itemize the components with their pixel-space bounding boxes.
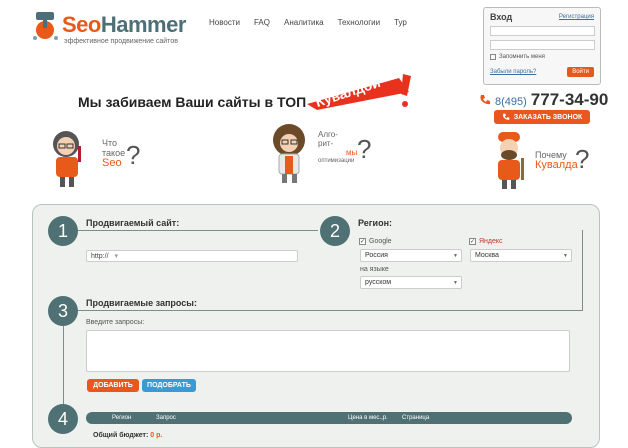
logo-seo: Seo: [62, 12, 101, 37]
question-mark-1: ?: [126, 140, 141, 170]
yandex-label: Яндекс: [479, 238, 503, 245]
algo-caption[interactable]: Алго- рит- мы оптимизации: [318, 130, 357, 166]
logo[interactable]: SeoHammer эффективное продвижение сайтов: [30, 8, 186, 48]
login-button[interactable]: Войти: [567, 67, 594, 77]
phone-digits: 777-34-90: [530, 90, 609, 109]
step-4-badge: 4: [48, 404, 78, 434]
hammer-caption[interactable]: Почему Кувалда: [535, 150, 578, 171]
seo-caption[interactable]: Что такое Seo: [102, 138, 125, 169]
col-region[interactable]: Регион: [112, 415, 131, 421]
order-call-button[interactable]: ЗАКАЗАТЬ ЗВОНОК: [494, 110, 590, 124]
hammer-man-illustration[interactable]: [488, 128, 532, 190]
yandex-region-select[interactable]: Москва ▼: [470, 249, 572, 262]
step-2-badge: 2: [320, 216, 350, 246]
remember-me[interactable]: Запомнить меня: [490, 54, 594, 60]
question-mark-3: ?: [575, 144, 590, 174]
col-price[interactable]: Цена в мес.,р.: [348, 415, 388, 421]
nav-analytics[interactable]: Аналитика: [284, 18, 324, 27]
site-url-value: http://: [91, 253, 109, 260]
logo-tagline: эффективное продвижение сайтов: [64, 38, 178, 45]
language-value: русском: [365, 279, 392, 286]
queries-table-header: Регион Запрос Цена в мес.,р. Страница: [86, 412, 572, 424]
google-region-value: Россия: [365, 252, 388, 259]
queries-textarea[interactable]: [86, 330, 570, 372]
login-field[interactable]: [490, 26, 595, 36]
logo-wordmark: SeoHammer: [62, 12, 186, 38]
register-link[interactable]: Регистрация: [559, 14, 594, 20]
seo-caption-line3: Seo: [102, 157, 122, 169]
remember-checkbox[interactable]: [490, 54, 496, 60]
question-mark-2: ?: [357, 134, 372, 164]
nav-news[interactable]: Новости: [209, 18, 240, 27]
chevron-down-icon: ▼: [453, 253, 458, 259]
site-url-input[interactable]: http:// ▾: [86, 250, 298, 262]
google-label: Google: [369, 238, 392, 245]
algo-caption-line1: Алго-: [318, 130, 338, 139]
algo-caption-line2: рит-: [318, 139, 334, 148]
phone-icon: [480, 95, 490, 105]
site-header: SeoHammer эффективное продвижение сайтов…: [0, 0, 628, 200]
queries-section-title: Продвигаемые запросы:: [86, 298, 197, 308]
scientist-illustration[interactable]: [265, 122, 315, 184]
queries-label: Введите запросы:: [86, 319, 145, 326]
total-budget: Общий бюджет: 0 р.: [93, 432, 162, 439]
budget-label: Общий бюджет:: [93, 432, 149, 439]
step-1-badge: 1: [48, 216, 78, 246]
yandex-checkbox[interactable]: ✓ Яндекс: [469, 238, 503, 245]
promo-slogan: Мы забиваем Ваши сайты в ТОП: [78, 94, 307, 110]
nav-faq[interactable]: FAQ: [254, 18, 270, 27]
flow-line-1: [78, 230, 318, 231]
language-select[interactable]: русском ▼: [360, 276, 462, 289]
flow-line-4: [63, 325, 64, 410]
logo-hammer-icon: [33, 12, 58, 40]
seo-girl-illustration[interactable]: [44, 126, 96, 188]
login-box: Вход Регистрация Запомнить меня Забыли п…: [483, 7, 601, 85]
logo-hammer: Hammer: [100, 12, 187, 37]
order-call-label: ЗАКАЗАТЬ ЗВОНОК: [513, 113, 583, 121]
add-button[interactable]: ДОБАВИТЬ: [87, 379, 139, 392]
google-checkbox[interactable]: ✓ Google: [359, 238, 392, 245]
algo-caption-line3: мы: [346, 148, 358, 157]
language-label: на языке: [360, 266, 389, 273]
yandex-check-icon[interactable]: ✓: [469, 238, 476, 245]
algo-caption-line4: оптимизации: [318, 158, 355, 164]
nav-technologies[interactable]: Технологии: [338, 18, 380, 27]
flow-line-2: [582, 230, 583, 310]
region-section-title: Регион:: [358, 218, 392, 228]
remember-label: Запомнить меня: [499, 54, 545, 60]
pick-button[interactable]: ПОДОБРАТЬ: [142, 379, 196, 392]
hammer-caption-line2: Кувалда: [535, 159, 578, 171]
site-section-title: Продвигаемый сайт:: [86, 218, 180, 228]
google-check-icon[interactable]: ✓: [359, 238, 366, 245]
phone-code: 8(495): [495, 96, 527, 108]
chevron-down-icon: ▼: [453, 280, 458, 286]
nav-tour[interactable]: Тур: [394, 18, 407, 27]
col-page[interactable]: Страница: [402, 415, 429, 421]
budget-value: 0 р.: [150, 432, 163, 439]
yandex-region-value: Москва: [475, 252, 499, 259]
step-3-badge: 3: [48, 296, 78, 326]
main-nav: Новости FAQ Аналитика Технологии Тур: [209, 18, 421, 27]
chevron-down-icon: ▼: [563, 253, 568, 259]
password-field[interactable]: [490, 40, 595, 50]
seo-caption-line1: Что: [102, 138, 118, 148]
phone-number: 8(495) 777-34-90: [495, 90, 608, 110]
col-query[interactable]: Запрос: [156, 415, 176, 421]
forgot-password-link[interactable]: Забыли пароль?: [490, 69, 536, 75]
google-region-select[interactable]: Россия ▼: [360, 249, 462, 262]
site-url-dropdown-icon: ▾: [114, 253, 118, 260]
handset-icon: [502, 113, 510, 120]
flow-line-3: [78, 310, 583, 311]
